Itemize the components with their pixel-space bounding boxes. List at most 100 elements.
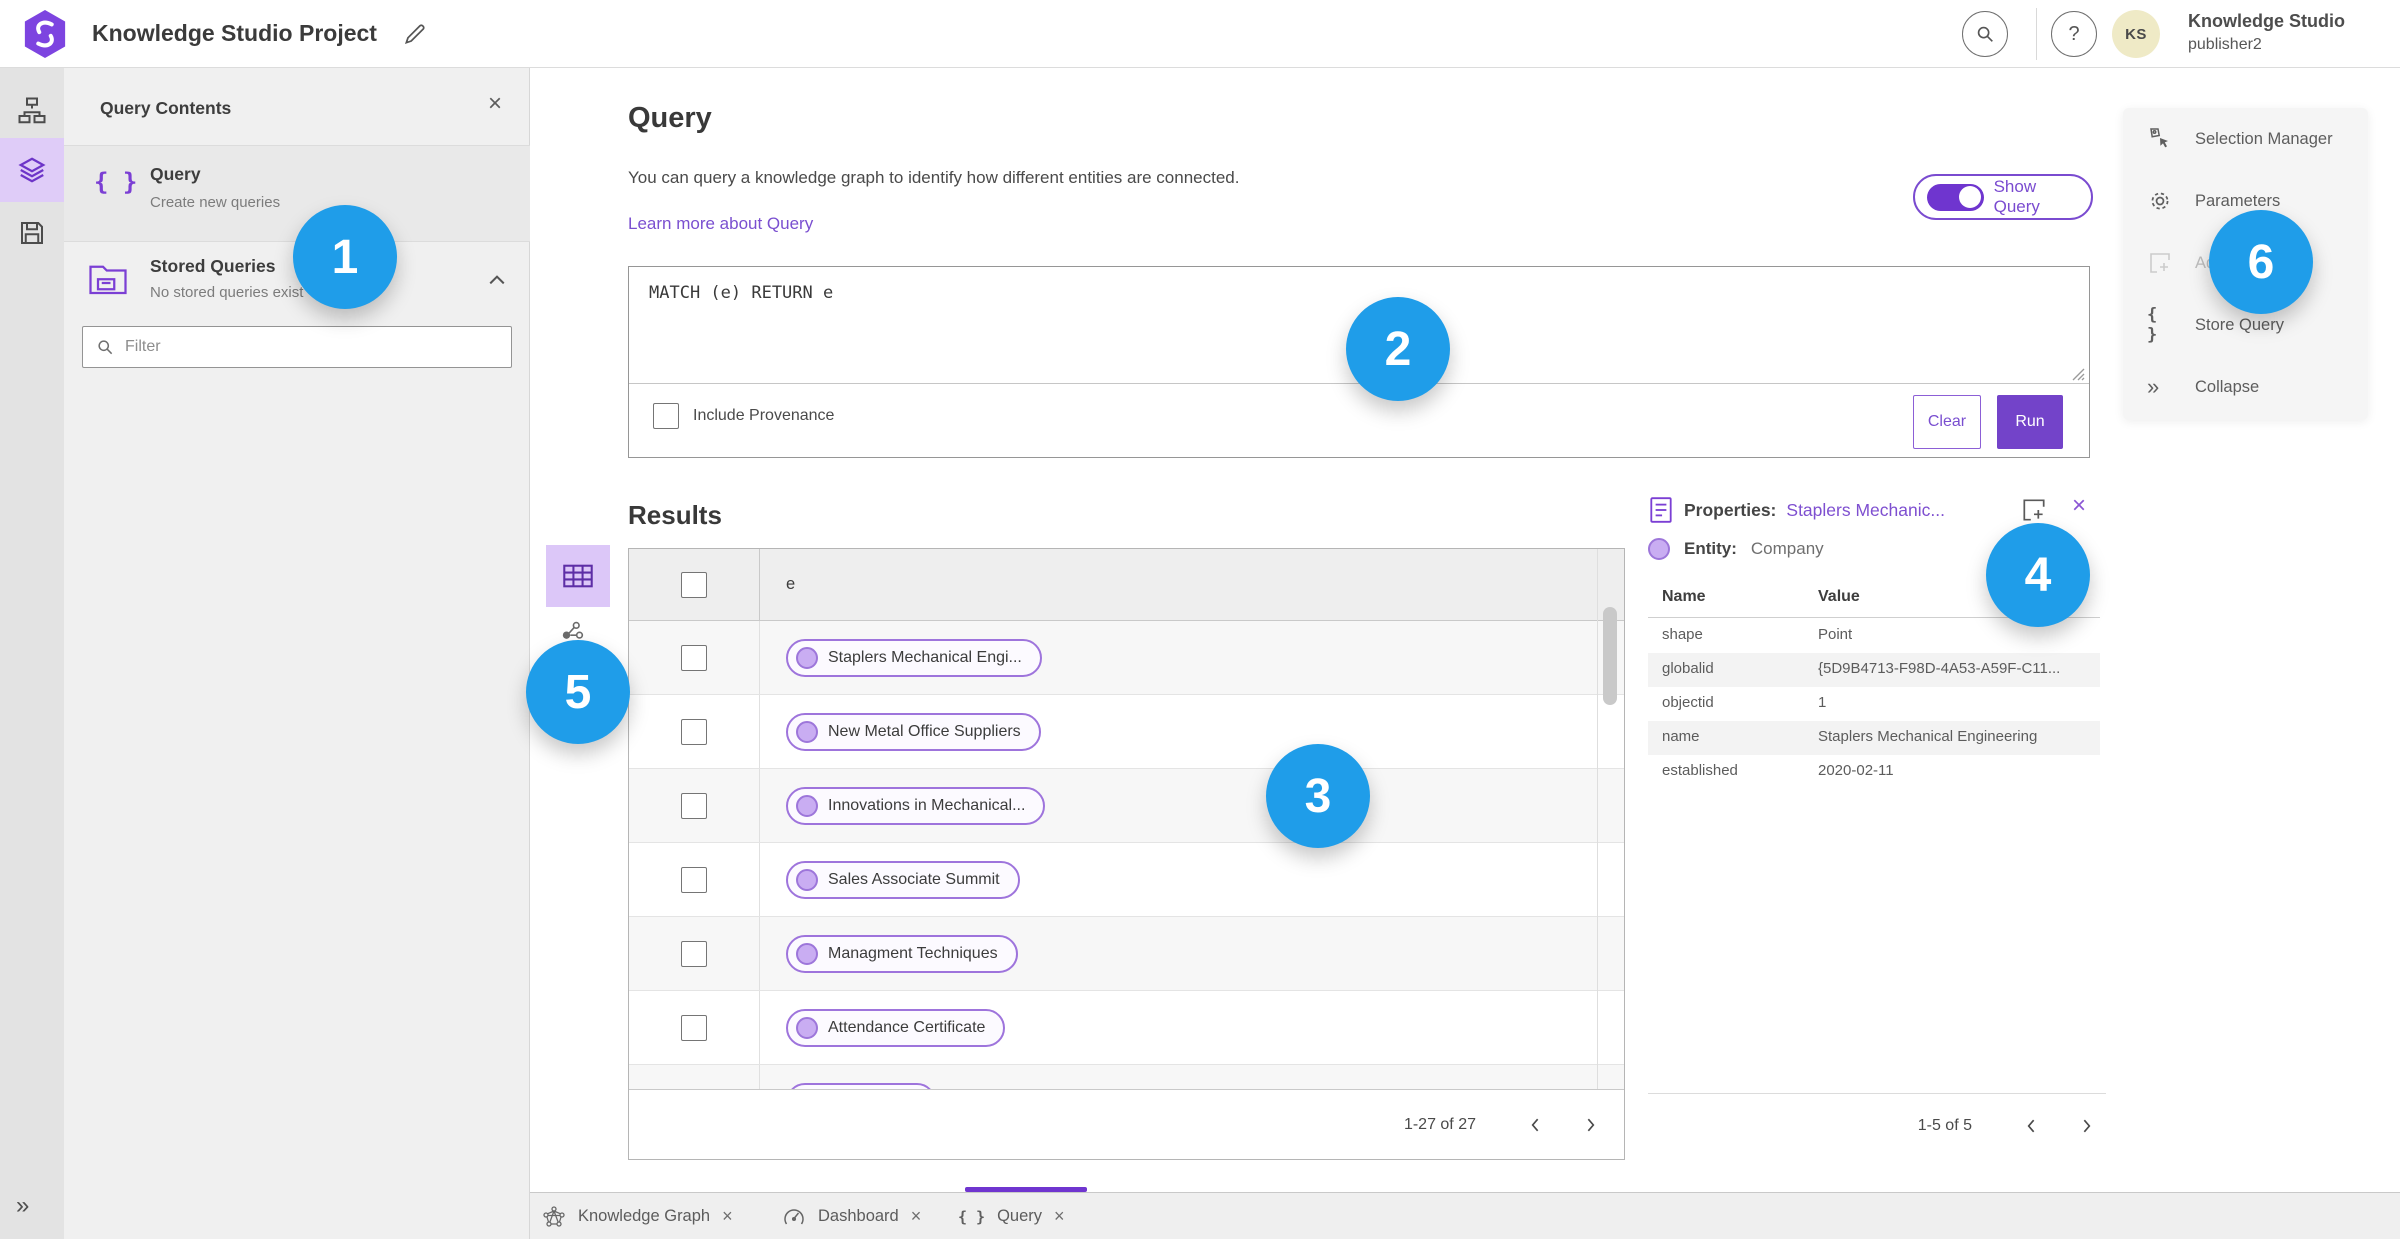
- search-button[interactable]: [1962, 11, 2008, 57]
- table-row[interactable]: Attendance Certificate: [629, 991, 1624, 1065]
- close-properties-icon[interactable]: ×: [2072, 492, 2086, 520]
- menu-item-label: Collapse: [2195, 377, 2260, 396]
- properties-header: Properties: Staplers Mechanic...: [1648, 496, 1945, 524]
- link-chart-contents-icon[interactable]: [17, 96, 47, 126]
- include-provenance-label: Include Provenance: [693, 407, 835, 424]
- show-query-toggle[interactable]: Show Query: [1913, 174, 2093, 220]
- app-header: Knowledge Studio Project ? KS Knowledge …: [0, 0, 2400, 68]
- knowledge-graph-icon: [543, 1205, 565, 1227]
- entity-pill[interactable]: Managment Techniques: [786, 934, 1018, 973]
- close-panel-icon[interactable]: ×: [488, 90, 502, 118]
- entity-pill[interactable]: Sales Associate Summit: [786, 860, 1020, 899]
- tab-knowledge-graph[interactable]: Knowledge Graph ×: [542, 1193, 733, 1240]
- entity-dot-icon: [796, 868, 818, 891]
- close-tab-icon[interactable]: ×: [1054, 1206, 1065, 1227]
- entity-label: Entity:: [1684, 539, 1737, 558]
- collapse-section-caret-icon[interactable]: [488, 274, 506, 286]
- gear-icon: [2151, 192, 2169, 210]
- annotation-badge-6: 6: [2209, 210, 2313, 314]
- clear-button[interactable]: Clear: [1913, 395, 1981, 449]
- table-row[interactable]: Staplers Mechanical Engi...: [629, 621, 1624, 695]
- entity-pill[interactable]: Staplers Mechanical Engi...: [786, 638, 1042, 677]
- scrollbar-thumb[interactable]: [1603, 607, 1617, 705]
- save-icon[interactable]: [17, 218, 47, 248]
- main-area: Query You can query a knowledge graph to…: [530, 68, 2400, 1192]
- value-column-header: Value: [1818, 588, 1860, 605]
- menu-item-label: Parameters: [2195, 191, 2281, 210]
- query-contents-item-query[interactable]: { } Query Create new queries: [64, 146, 530, 242]
- menu-item-collapse[interactable]: » Collapse: [2123, 356, 2368, 418]
- property-name: objectid: [1662, 694, 1714, 711]
- table-row[interactable]: Innovations in Mechanical...: [629, 769, 1624, 843]
- include-provenance-checkbox[interactable]: [653, 403, 679, 429]
- add-to-map-icon: [2150, 253, 2170, 273]
- table-view-button[interactable]: [546, 545, 610, 607]
- query-item-title: Query: [150, 164, 201, 184]
- props-next-page-button[interactable]: [2066, 1106, 2106, 1146]
- braces-icon: { }: [958, 1207, 986, 1226]
- property-value: Point: [1818, 626, 1853, 643]
- panel-title: Query Contents: [100, 98, 232, 118]
- stored-queries-title[interactable]: Stored Queries: [150, 256, 275, 277]
- properties-doc-icon: [1650, 497, 1672, 523]
- property-row[interactable]: established 2020-02-11: [1648, 755, 2100, 789]
- query-description: You can query a knowledge graph to ident…: [628, 168, 1240, 187]
- results-table: e Staplers Mechanical Engi... New Metal …: [628, 548, 1625, 1160]
- menu-item-selection-manager[interactable]: Selection Manager: [2123, 108, 2368, 170]
- prev-page-button[interactable]: [1516, 1105, 1556, 1145]
- properties-entity-link[interactable]: Staplers Mechanic...: [1786, 500, 1945, 521]
- annotation-badge-5: 5: [526, 640, 630, 744]
- tab-dashboard[interactable]: Dashboard ×: [782, 1193, 921, 1240]
- property-name: shape: [1662, 626, 1703, 643]
- learn-more-link[interactable]: Learn more about Query: [628, 214, 813, 234]
- next-page-button[interactable]: [1570, 1105, 1610, 1145]
- table-row[interactable]: Managment Techniques: [629, 917, 1624, 991]
- property-row[interactable]: objectid 1: [1648, 687, 2100, 721]
- table-row[interactable]: Sales Associate Summit: [629, 843, 1624, 917]
- entity-pill[interactable]: Attendance Certificate: [786, 1008, 1006, 1047]
- row-checkbox[interactable]: [681, 644, 707, 671]
- edit-title-icon[interactable]: [402, 21, 428, 47]
- close-tab-icon[interactable]: ×: [911, 1206, 922, 1227]
- entity-color-swatch: [1648, 538, 1670, 560]
- entity-pill[interactable]: Innovations in Mechanical...: [786, 786, 1046, 825]
- filter-input[interactable]: [125, 338, 499, 356]
- row-checkbox[interactable]: [681, 940, 707, 967]
- property-row[interactable]: globalid {5D9B4713-F98D-4A53-A59F-C11...: [1648, 653, 2100, 687]
- table-row[interactable]: Firebird Title: [629, 1065, 1624, 1091]
- properties-page-count: 1-5 of 5: [1917, 1117, 1972, 1134]
- header-divider: [2036, 8, 2037, 60]
- properties-rows: shape Point globalid {5D9B4713-F98D-4A53-A…: [1648, 619, 2100, 789]
- row-checkbox[interactable]: [681, 1014, 707, 1041]
- row-checkbox[interactable]: [681, 718, 707, 745]
- add-to-map-icon[interactable]: [2020, 496, 2048, 524]
- menu-item-label: Selection Manager: [2195, 129, 2333, 148]
- project-title: Knowledge Studio Project: [92, 20, 377, 46]
- props-prev-page-button[interactable]: [2012, 1106, 2052, 1146]
- entity-dot-icon: [796, 646, 818, 669]
- close-tab-icon[interactable]: ×: [722, 1206, 733, 1227]
- row-checkbox[interactable]: [681, 792, 707, 819]
- search-icon: [1977, 26, 1993, 42]
- row-checkbox[interactable]: [681, 866, 707, 893]
- chevron-left-icon: [1531, 1118, 1539, 1131]
- entity-label: Attendance Certificate: [828, 1018, 986, 1036]
- tab-label: Query: [997, 1207, 1043, 1225]
- run-button[interactable]: Run: [1997, 395, 2063, 449]
- expand-rail-chevrons[interactable]: »: [16, 1192, 29, 1220]
- resize-handle-icon[interactable]: [2069, 365, 2085, 381]
- property-row[interactable]: name Staplers Mechanical Engineering: [1648, 721, 2100, 755]
- results-column-header: e: [759, 549, 1624, 620]
- entity-pill[interactable]: New Metal Office Suppliers: [786, 712, 1041, 751]
- layers-rail-selected[interactable]: [0, 138, 64, 202]
- bottom-tab-bar: Knowledge Graph × Dashboard × { } Query …: [530, 1187, 2400, 1240]
- help-button[interactable]: ?: [2051, 11, 2097, 57]
- account-name: Knowledge Studio: [2188, 11, 2345, 31]
- avatar[interactable]: KS: [2112, 10, 2160, 58]
- annotation-badge-4: 4: [1986, 523, 2090, 627]
- stored-queries-subtitle: No stored queries exist: [150, 284, 304, 301]
- dashboard-gauge-icon: [784, 1208, 804, 1224]
- tab-query-active[interactable]: { } Query ×: [958, 1193, 1065, 1240]
- table-row[interactable]: New Metal Office Suppliers: [629, 695, 1624, 769]
- select-all-checkbox[interactable]: [681, 571, 707, 598]
